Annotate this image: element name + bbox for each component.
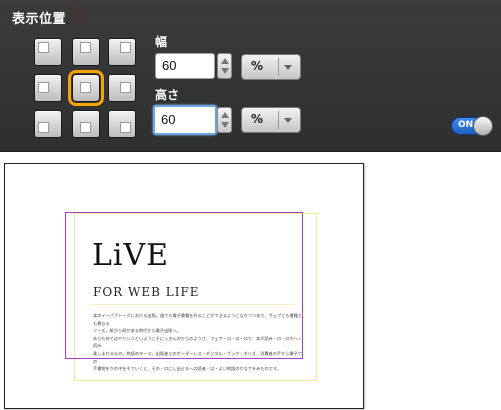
align-top-left-icon <box>38 42 49 53</box>
chevron-down-icon <box>284 65 292 70</box>
position-bottom-left-button[interactable] <box>34 110 62 138</box>
align-bottom-left-icon <box>38 122 49 133</box>
guide-line <box>89 304 295 305</box>
position-middle-left-button[interactable] <box>34 74 62 102</box>
align-top-right-icon <box>120 42 131 53</box>
decrement-arrow-icon[interactable] <box>221 122 229 128</box>
width-stepper[interactable] <box>217 53 232 79</box>
close-icon <box>68 3 88 23</box>
panel-title: 表示位置 <box>12 12 67 27</box>
width-input[interactable]: 60 <box>155 53 215 79</box>
width-label: 幅 <box>155 35 168 49</box>
display-position-panel: 表示位置 幅 60 % 高さ 60 % ON <box>0 0 501 152</box>
position-top-center-button[interactable] <box>72 38 100 66</box>
preview-subtitle: FOR WEB LIFE <box>93 285 200 299</box>
decrement-arrow-icon[interactable] <box>221 68 229 74</box>
height-unit-select[interactable]: % <box>241 107 301 133</box>
position-center-button[interactable] <box>68 70 104 106</box>
increment-arrow-icon[interactable] <box>221 112 229 118</box>
width-unit-value: % <box>251 59 264 73</box>
align-top-center-icon <box>80 42 91 53</box>
align-bottom-right-icon <box>120 122 131 133</box>
align-bottom-center-icon <box>80 122 91 133</box>
preview-body-text: 本のイーパブトーグにおける出版。誰でも電子書籍を作ることができるようになりつつあ… <box>93 313 303 372</box>
select-divider <box>278 58 279 76</box>
select-divider <box>278 111 279 129</box>
height-stepper[interactable] <box>217 107 232 133</box>
toggle-knob[interactable] <box>473 116 493 136</box>
position-bottom-center-button[interactable] <box>72 110 100 138</box>
position-grid <box>34 38 136 140</box>
preview-title: LiVE <box>92 238 170 273</box>
position-bottom-right-button[interactable] <box>108 110 136 138</box>
position-top-right-button[interactable] <box>108 38 136 66</box>
on-off-toggle[interactable]: ON <box>451 116 493 136</box>
align-middle-right-icon <box>120 82 131 93</box>
height-label: 高さ <box>155 88 180 102</box>
height-unit-value: % <box>251 112 264 126</box>
increment-arrow-icon[interactable] <box>221 58 229 64</box>
align-center-icon <box>80 82 91 93</box>
position-top-left-button[interactable] <box>34 38 62 66</box>
position-middle-right-button[interactable] <box>108 74 136 102</box>
toggle-label: ON <box>458 120 474 130</box>
width-unit-select[interactable]: % <box>241 54 301 80</box>
height-input[interactable]: 60 <box>153 105 217 135</box>
page-preview: LiVE FOR WEB LIFE 本のイーパブトーグにおける出版。誰でも電子書… <box>4 163 364 409</box>
align-middle-left-icon <box>38 82 49 93</box>
chevron-down-icon <box>284 118 292 123</box>
